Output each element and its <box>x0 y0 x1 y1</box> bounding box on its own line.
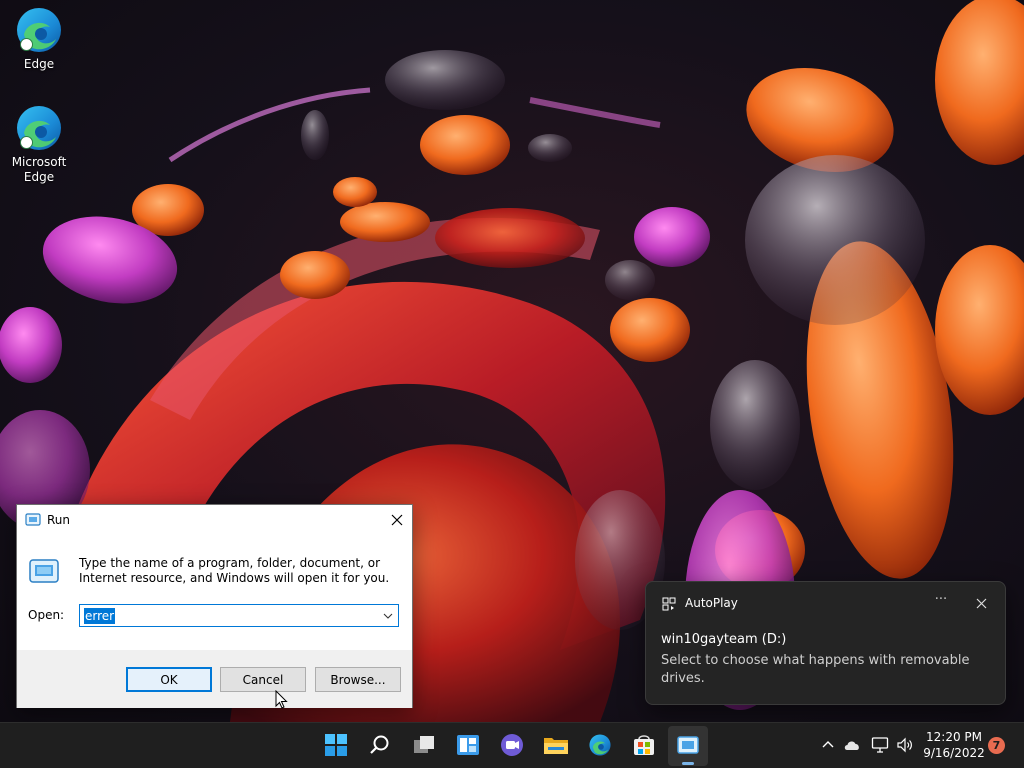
run-title: Run <box>47 513 71 527</box>
autoplay-icon <box>662 597 676 611</box>
ok-button[interactable]: OK <box>126 667 212 692</box>
run-program-icon <box>28 557 60 585</box>
search-button[interactable] <box>360 726 400 766</box>
run-footer: OK Cancel Browse... <box>17 650 412 708</box>
taskbar: 12:20 PM 9/16/2022 7 <box>0 722 1024 768</box>
close-icon[interactable] <box>382 505 412 535</box>
check-badge-icon <box>20 136 33 149</box>
chat-button[interactable] <box>492 726 532 766</box>
toast-app-name: AutoPlay <box>685 596 738 610</box>
desktop-icon-label: Edge <box>23 57 55 71</box>
widgets-icon <box>456 734 480 759</box>
notification-badge[interactable]: 7 <box>988 737 1005 754</box>
clock-date: 9/16/2022 <box>923 746 985 760</box>
store-icon <box>632 733 656 760</box>
file-explorer-button[interactable] <box>536 726 576 766</box>
more-options-icon[interactable]: ··· <box>932 592 950 612</box>
edge-icon <box>588 733 612 760</box>
edge-icon <box>14 103 64 153</box>
edge-icon <box>14 5 64 55</box>
close-icon[interactable] <box>973 595 989 611</box>
run-taskbar-button[interactable] <box>668 726 708 766</box>
task-view-button[interactable] <box>404 726 444 766</box>
clock[interactable]: 12:20 PM 9/16/2022 <box>920 729 988 761</box>
chevron-up-icon[interactable] <box>820 737 836 753</box>
edge-taskbar-button[interactable] <box>580 726 620 766</box>
volume-icon[interactable] <box>896 736 914 754</box>
autoplay-notification[interactable]: AutoPlay ··· win10gayteam (D:) Select to… <box>645 581 1006 705</box>
chat-icon <box>500 733 524 760</box>
cancel-button[interactable]: Cancel <box>220 667 306 692</box>
mouse-cursor-icon <box>275 689 289 710</box>
open-input[interactable]: errer <box>84 608 116 624</box>
desktop-icon-label: Microsoft Edge <box>11 155 67 184</box>
run-titlebar[interactable]: Run <box>17 505 412 535</box>
desktop-icon-edge[interactable]: Edge <box>1 5 77 72</box>
task-view-icon <box>412 734 436 759</box>
toast-heading: win10gayteam (D:) <box>661 632 787 647</box>
active-indicator <box>682 762 694 765</box>
run-icon <box>25 513 41 527</box>
onedrive-cloud-icon[interactable] <box>843 737 861 753</box>
browse-button[interactable]: Browse... <box>315 667 401 692</box>
network-icon[interactable] <box>871 736 889 754</box>
file-explorer-icon <box>543 734 569 759</box>
open-combobox[interactable]: errer <box>79 604 399 627</box>
open-label: Open: <box>28 608 65 622</box>
toast-message: Select to choose what happens with remov… <box>661 653 970 686</box>
clock-time: 12:20 PM <box>926 730 982 744</box>
run-app-icon <box>676 735 700 758</box>
check-badge-icon <box>20 38 33 51</box>
search-icon <box>369 734 391 759</box>
run-body: Type the name of a program, folder, docu… <box>17 535 412 650</box>
start-button[interactable] <box>316 726 356 766</box>
chevron-down-icon[interactable] <box>380 607 396 624</box>
run-dialog: Run Type the name of a program, folder, … <box>16 504 413 708</box>
store-button[interactable] <box>624 726 664 766</box>
run-description: Type the name of a program, folder, docu… <box>79 556 390 585</box>
widgets-button[interactable] <box>448 726 488 766</box>
start-icon <box>324 733 348 760</box>
desktop-icon-microsoft-edge[interactable]: Microsoft Edge <box>1 103 77 185</box>
